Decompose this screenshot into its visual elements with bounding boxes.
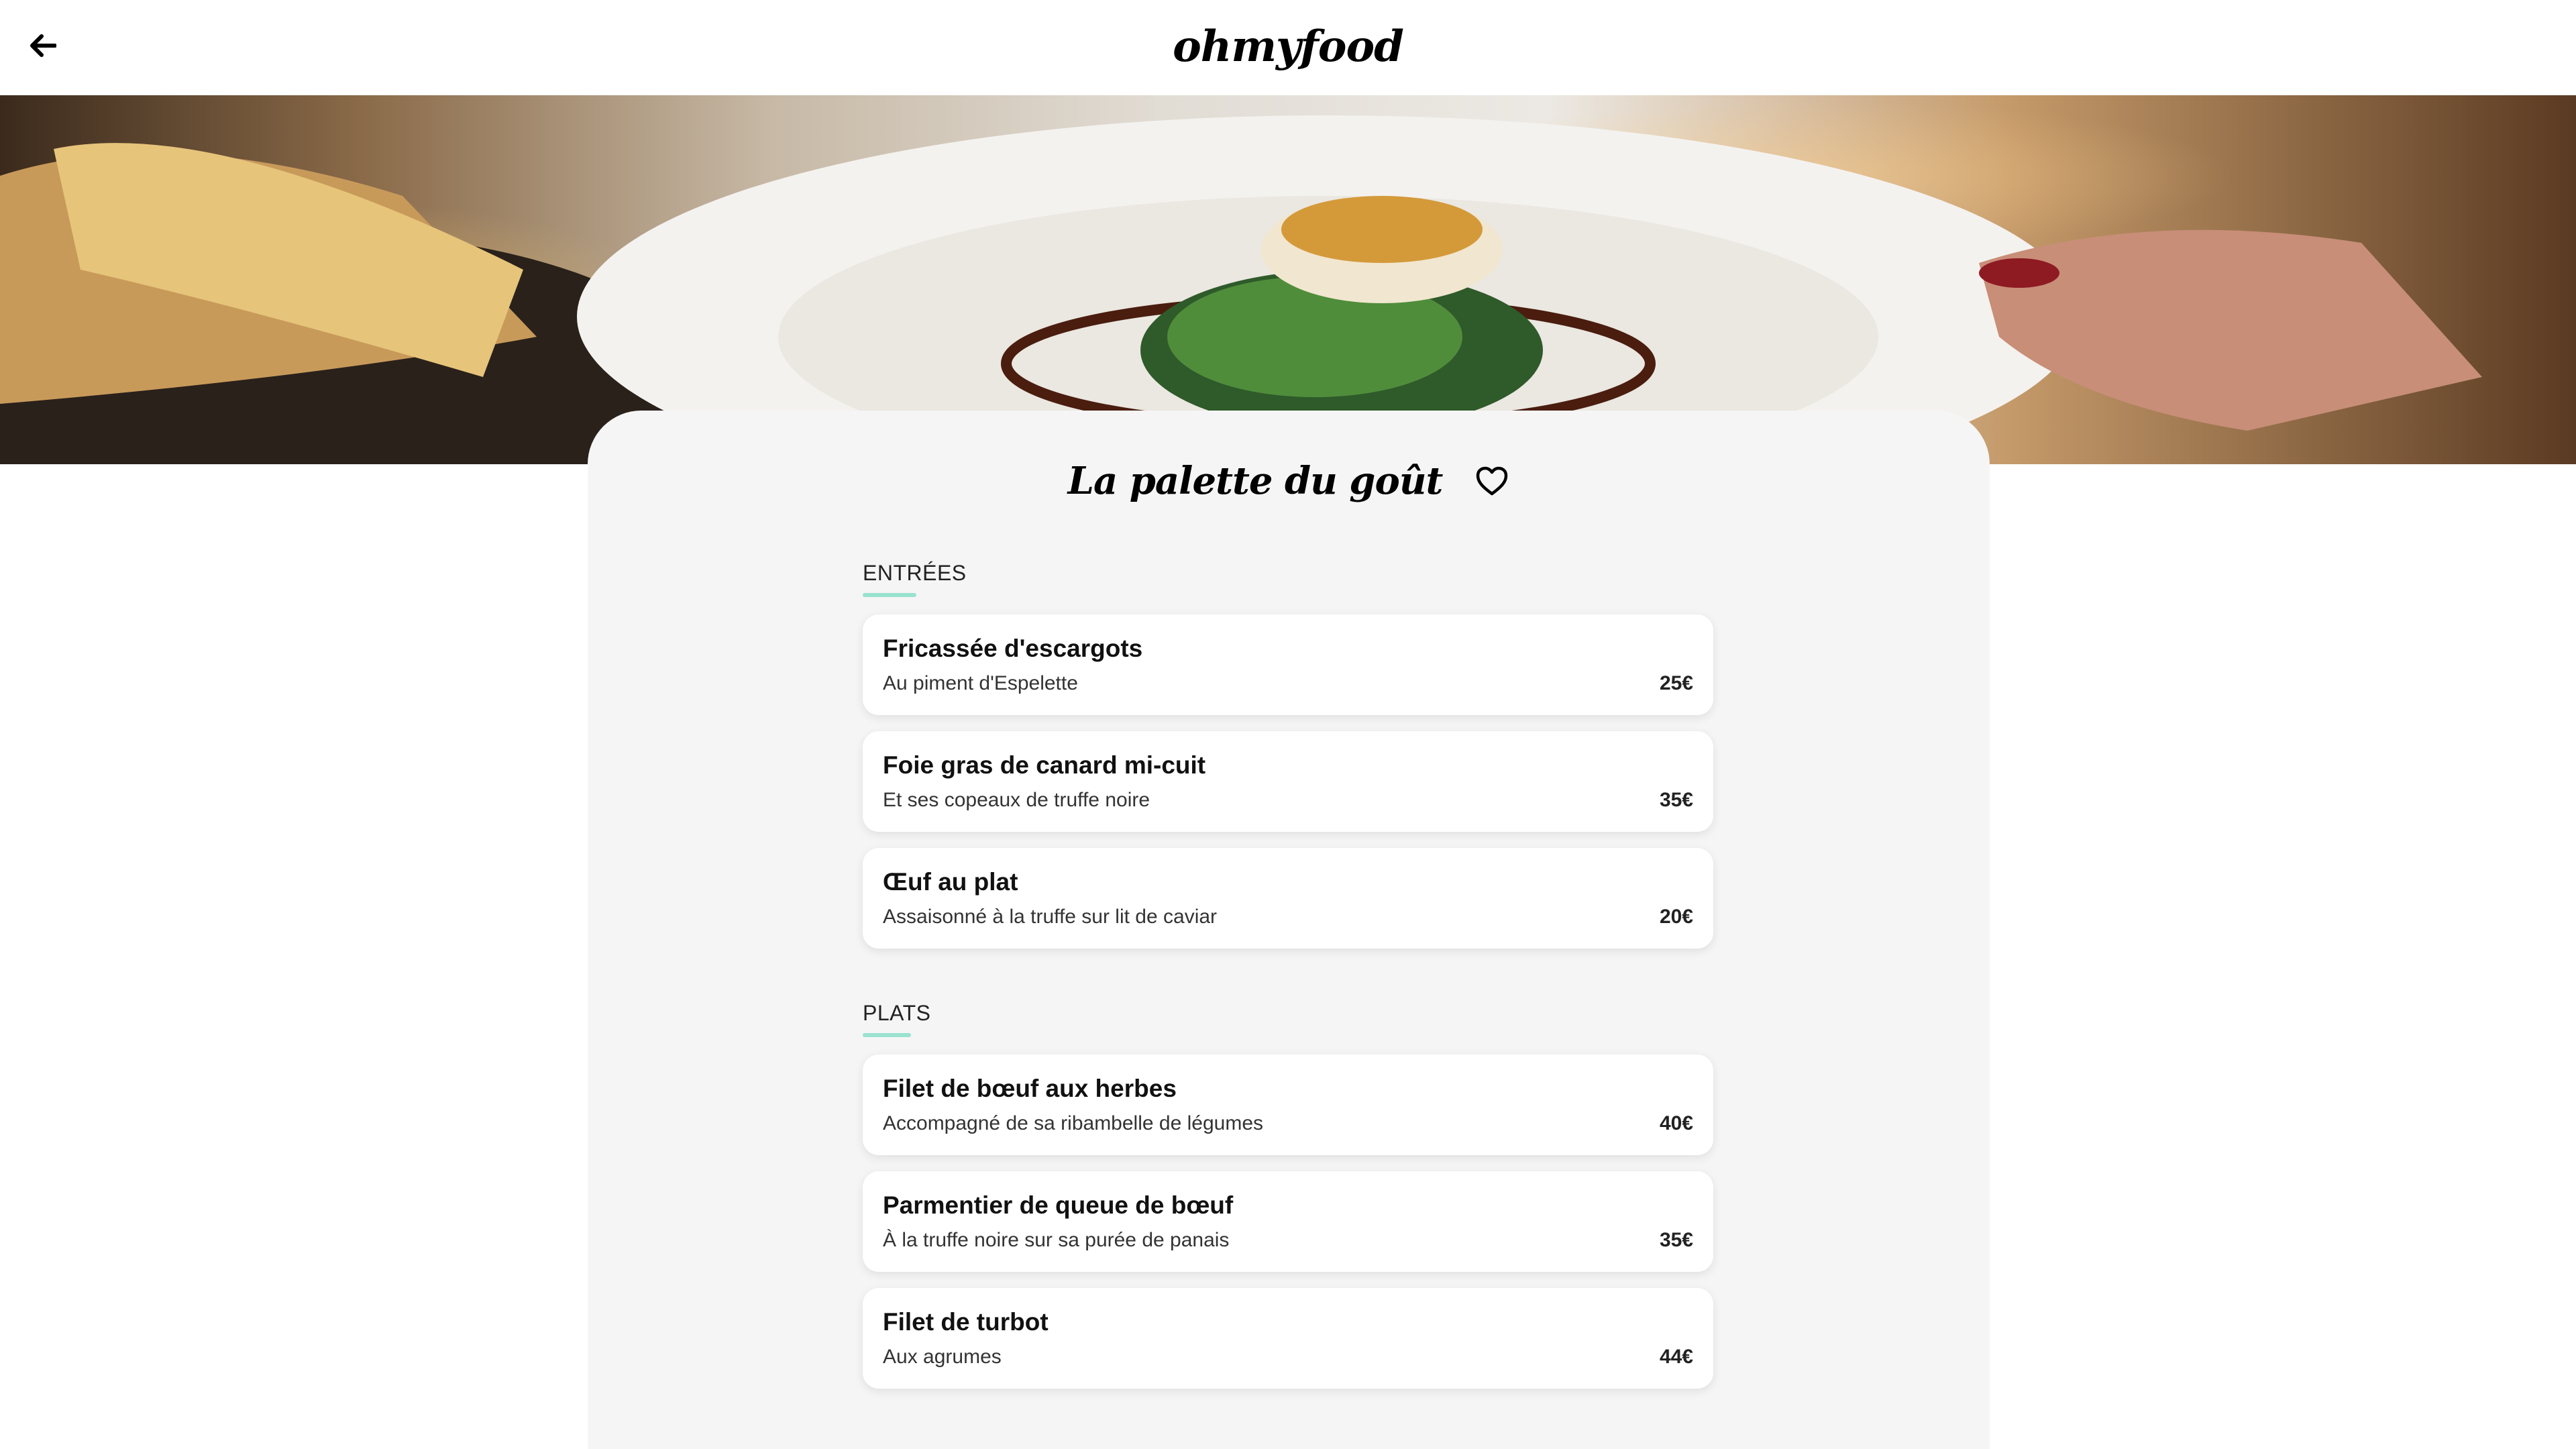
- section-title-plats: PLATS: [863, 1001, 931, 1025]
- plate-illustration: [0, 115, 2482, 464]
- hero-image: [0, 95, 2576, 464]
- app-header: ohmyfood: [0, 0, 2576, 95]
- menu-item-description: Et ses copeaux de truffe noire: [883, 789, 1150, 811]
- menu-item-name: Parmentier de queue de bœuf: [883, 1191, 1234, 1219]
- menu-item-price: 20€: [1659, 906, 1693, 928]
- menu-item-name: Foie gras de canard mi-cuit: [883, 751, 1206, 779]
- menu-item[interactable]: Filet de turbot Aux agrumes 44€: [863, 1288, 1713, 1389]
- menu-item-description: Accompagné de sa ribambelle de légumes: [883, 1112, 1263, 1134]
- favorite-button[interactable]: [1474, 465, 1509, 497]
- logo[interactable]: ohmyfood: [0, 15, 2576, 79]
- restaurant-title: La palette du goût: [1067, 459, 1444, 503]
- menu-item[interactable]: Fricassée d'escargots Au piment d'Espele…: [863, 614, 1713, 715]
- menu-item[interactable]: Œuf au plat Assaisonné à la truffe sur l…: [863, 848, 1713, 949]
- menu-item-description: Assaisonné à la truffe sur lit de caviar: [883, 906, 1218, 928]
- menu-item-price: 35€: [1659, 1229, 1693, 1251]
- restaurant-header: La palette du goût: [588, 451, 1990, 511]
- menu-item-price: 25€: [1659, 672, 1693, 694]
- menu-item-price: 40€: [1659, 1112, 1693, 1134]
- menu-item-price: 35€: [1659, 789, 1693, 811]
- menu-item-name: Fricassée d'escargots: [883, 635, 1143, 662]
- menu-item-name: Filet de bœuf aux herbes: [883, 1075, 1177, 1102]
- menu-item-name: Œuf au plat: [883, 868, 1018, 896]
- menu-item-name: Filet de turbot: [883, 1308, 1049, 1336]
- section-underline: [863, 1033, 911, 1037]
- menu-item[interactable]: Foie gras de canard mi-cuit Et ses copea…: [863, 731, 1713, 832]
- menu-item[interactable]: Filet de bœuf aux herbes Accompagné de s…: [863, 1055, 1713, 1155]
- menu-item-description: Au piment d'Espelette: [883, 672, 1078, 694]
- menu-item-price: 44€: [1659, 1346, 1693, 1368]
- heart-outline-icon: [1477, 466, 1508, 496]
- section-underline: [863, 593, 916, 597]
- section-title-entrees: ENTRÉES: [863, 561, 967, 585]
- menu-item-description: À la truffe noire sur sa purée de panais: [883, 1229, 1230, 1251]
- menu-item[interactable]: Parmentier de queue de bœuf À la truffe …: [863, 1171, 1713, 1272]
- menu-item-description: Aux agrumes: [883, 1346, 1002, 1368]
